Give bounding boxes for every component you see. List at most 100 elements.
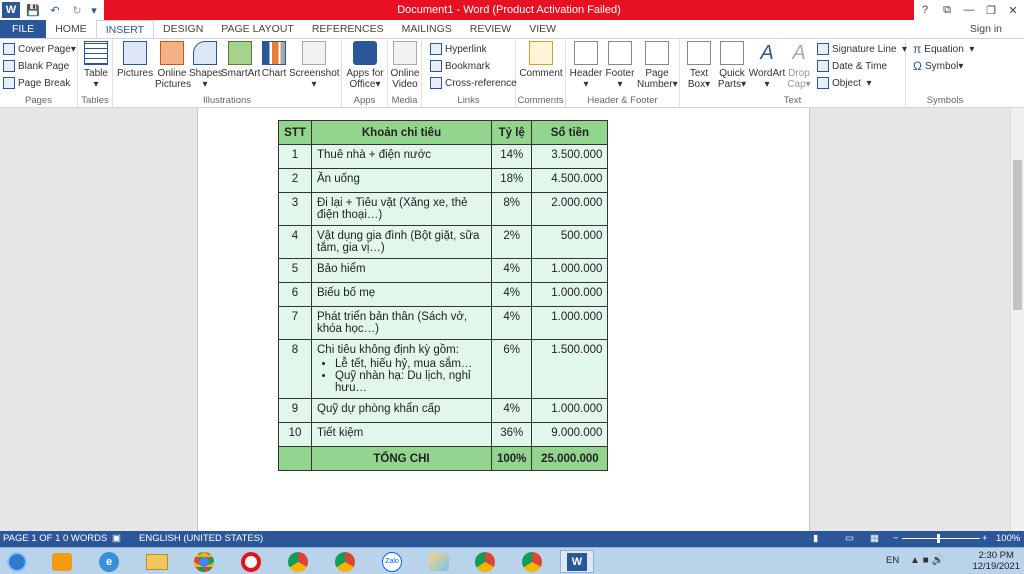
header-amount: Số tiền [531, 120, 609, 145]
quick-parts-button[interactable]: Quick Parts▾ [716, 41, 748, 90]
tab-mailings[interactable]: MAILINGS [393, 20, 461, 38]
cell-rate: 6% [490, 339, 533, 399]
quick-parts-icon [720, 41, 744, 65]
read-mode-icon[interactable]: ▮ [813, 533, 818, 544]
chrome-icon[interactable] [187, 550, 221, 573]
drop-cap-label-1: Drop [788, 68, 810, 79]
cover-page-button[interactable]: Cover Page ▾ [3, 41, 76, 57]
text-box-button[interactable]: Text Box▾ [684, 41, 714, 90]
zoom-slider-thumb[interactable] [937, 534, 940, 543]
page-count[interactable]: PAGE 1 OF 1 [3, 533, 60, 544]
header-rate: Tỷ lệ [490, 120, 533, 145]
help-icon[interactable]: ? [914, 0, 936, 20]
pictures-button[interactable]: Pictures [117, 41, 153, 79]
group-label-illustrations: Illustrations [202, 95, 252, 106]
group-text: Text Box▾ Quick Parts▾ A WordArt ▾ A Drop Cap▾… [680, 39, 907, 108]
file-explorer-icon[interactable] [140, 550, 174, 573]
online-pictures-button[interactable]: Online Pictures [155, 41, 191, 90]
online-video-button[interactable]: Online Video [390, 41, 420, 90]
print-layout-icon[interactable]: ▭ [845, 533, 854, 544]
media-player-icon[interactable] [45, 550, 79, 573]
hyperlink-button[interactable]: Hyperlink [430, 41, 487, 57]
wordart-icon: A [760, 42, 774, 64]
minimize-icon[interactable]: — [958, 0, 980, 20]
scroll-thumb[interactable] [1013, 160, 1022, 310]
pi-icon: π [913, 42, 922, 56]
tab-insert[interactable]: INSERT [95, 20, 155, 38]
blank-page-button[interactable]: Blank Page [3, 58, 69, 74]
tab-review[interactable]: REVIEW [461, 20, 520, 38]
internet-explorer-icon[interactable]: e [92, 550, 126, 573]
tab-view[interactable]: VIEW [520, 20, 565, 38]
cross-reference-button[interactable]: Cross-reference [430, 75, 517, 91]
date-time-button[interactable]: Date & Time [817, 58, 887, 74]
restore-icon[interactable]: ❐ [980, 0, 1002, 20]
screenshot-button[interactable]: Screenshot ▾ [289, 41, 340, 90]
shapes-label: Shapes [189, 68, 223, 79]
clock[interactable]: 2:30 PM 12/19/2021 [972, 550, 1020, 572]
symbol-button[interactable]: Ω Symbol ▾ [913, 58, 963, 74]
smartart-button[interactable]: SmartArt [221, 41, 260, 79]
table-row: 3 Đi lại + Tiêu vặt (Xăng xe, thẻ điện t… [278, 192, 609, 226]
apps-for-office-button[interactable]: Apps for Office▾ [344, 41, 386, 90]
opera-icon[interactable] [234, 550, 268, 573]
zoom-out-icon[interactable]: − [893, 533, 899, 544]
redo-icon[interactable]: ↻ [66, 0, 88, 20]
chrome-icon[interactable] [468, 550, 502, 573]
comment-label: Comment [519, 68, 563, 79]
web-layout-icon[interactable]: ▦ [870, 533, 879, 544]
word-taskbar-icon[interactable]: W [560, 550, 594, 573]
bookmark-button[interactable]: Bookmark [430, 58, 490, 74]
input-language[interactable]: EN [886, 555, 899, 566]
cell-stt: 9 [278, 398, 312, 423]
cell-stt: 1 [278, 144, 312, 169]
tray-icons[interactable]: ▲ ■ 🔊 [910, 555, 944, 566]
vertical-scrollbar[interactable] [1010, 108, 1024, 531]
chrome-icon[interactable] [328, 550, 362, 573]
customize-qat-icon[interactable]: ▾ [88, 0, 100, 20]
comment-button[interactable]: Comment [518, 41, 564, 79]
ribbon-display-icon[interactable]: ⧉ [936, 0, 958, 20]
proofing-icon[interactable]: ▣ [112, 533, 121, 544]
page-number-button[interactable]: Page Number▾ [637, 41, 678, 90]
tab-references[interactable]: REFERENCES [303, 20, 393, 38]
word-app-icon[interactable]: W [2, 2, 20, 18]
page-break-button[interactable]: Page Break [3, 75, 70, 91]
paint-icon[interactable] [422, 550, 456, 573]
save-icon[interactable]: 💾 [22, 0, 44, 20]
zoom-level[interactable]: 100% [996, 533, 1020, 544]
table-button[interactable]: Table ▾ [82, 41, 110, 90]
language-indicator[interactable]: ENGLISH (UNITED STATES) [139, 533, 263, 544]
undo-icon[interactable]: ↶ [44, 0, 66, 20]
close-icon[interactable]: ✕ [1002, 0, 1024, 20]
chrome-icon[interactable] [281, 550, 315, 573]
word-count[interactable]: 0 WORDS [63, 533, 107, 544]
zoom-slider[interactable] [902, 538, 980, 539]
header-button[interactable]: Header ▾ [569, 41, 603, 90]
tab-file[interactable]: FILE [0, 20, 47, 38]
signature-line-button[interactable]: Signature Line ▾ [817, 41, 907, 57]
equation-button[interactable]: π Equation ▾ [913, 41, 974, 57]
drop-cap-button[interactable]: A Drop Cap▾ [786, 41, 812, 90]
sign-in-link[interactable]: Sign in [970, 20, 1002, 38]
shapes-button[interactable]: Shapes ▾ [189, 41, 223, 90]
cell-item: Ăn uống [311, 168, 492, 193]
chart-label: Chart [261, 68, 287, 79]
footer-button[interactable]: Footer ▾ [603, 41, 637, 90]
chrome-icon[interactable] [515, 550, 549, 573]
zalo-icon[interactable]: Zalo [375, 550, 409, 573]
chart-button[interactable]: Chart [260, 41, 288, 79]
group-media: Online Video Media [388, 39, 422, 108]
cross-reference-icon [430, 77, 442, 89]
start-button[interactable] [0, 550, 34, 573]
tab-design[interactable]: DESIGN [154, 20, 212, 38]
symbol-label: Symbol [924, 60, 959, 72]
tab-page-layout[interactable]: PAGE LAYOUT [212, 20, 303, 38]
wordart-button[interactable]: A WordArt ▾ [748, 41, 786, 90]
tab-home[interactable]: HOME [46, 20, 96, 38]
cell-stt: 4 [278, 225, 312, 259]
zoom-in-icon[interactable]: + [982, 533, 988, 544]
object-button[interactable]: Object ▾ [817, 75, 871, 91]
expense-table[interactable]: STT Khoản chi tiêu Tỷ lệ Số tiền 1 Thuê … [278, 120, 609, 471]
blank-page-icon [3, 60, 15, 72]
